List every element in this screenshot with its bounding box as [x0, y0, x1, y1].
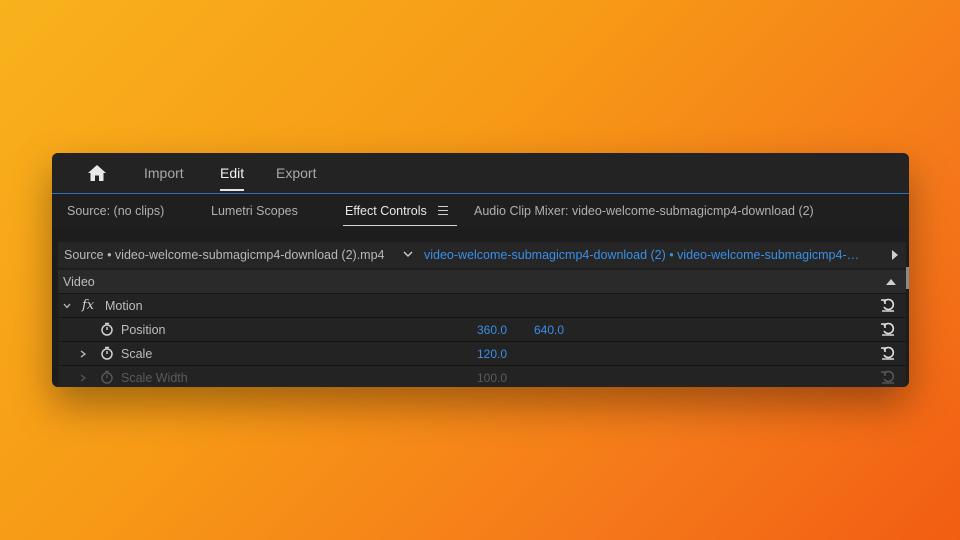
- effect-controls-window: Import Edit Export Source: (no clips) Lu…: [52, 153, 909, 387]
- panel-tab-audio-clip-mixer[interactable]: Audio Clip Mixer: video-welcome-submagic…: [474, 204, 814, 218]
- property-row-scale-width: Scale Width 100.0: [58, 366, 906, 387]
- source-sequence-bar: Source • video-welcome-submagicmp4-downl…: [58, 242, 906, 268]
- stopwatch-icon: [101, 370, 113, 384]
- play-icon[interactable]: [892, 250, 898, 260]
- property-label-scale: Scale: [121, 347, 153, 361]
- source-clip-label: Source • video-welcome-submagicmp4-downl…: [64, 248, 385, 262]
- panel-tab-bar: Source: (no clips) Lumetri Scopes Effect…: [52, 194, 909, 228]
- panel-tab-effect-controls[interactable]: Effect Controls: [343, 204, 457, 226]
- scroll-up-icon[interactable]: [886, 279, 896, 285]
- scale-value[interactable]: 120.0: [477, 347, 507, 361]
- tab-export[interactable]: Export: [276, 165, 316, 181]
- property-row-scale[interactable]: Scale 120.0: [58, 342, 906, 366]
- property-label-scale-width: Scale Width: [121, 371, 188, 385]
- property-row-position[interactable]: Position 360.0 640.0: [58, 318, 906, 342]
- reset-icon[interactable]: [880, 298, 896, 312]
- tab-edit[interactable]: Edit: [220, 165, 245, 191]
- chevron-down-icon[interactable]: [403, 251, 413, 258]
- tab-import[interactable]: Import: [144, 165, 184, 181]
- panel-tab-lumetri-scopes[interactable]: Lumetri Scopes: [211, 204, 298, 218]
- panel-tab-source[interactable]: Source: (no clips): [67, 204, 164, 218]
- expand-chevron-right-icon: [80, 374, 86, 382]
- reset-icon[interactable]: [880, 322, 896, 336]
- stopwatch-icon[interactable]: [100, 322, 114, 336]
- effect-row-motion[interactable]: fx Motion: [58, 294, 906, 318]
- effect-properties-list: Video fx Motion Position 360.0 640.0 Sca…: [58, 270, 906, 387]
- panel-tab-effect-controls-label: Effect Controls: [345, 204, 427, 218]
- home-icon[interactable]: [86, 164, 108, 182]
- section-label-video: Video: [63, 275, 95, 289]
- scale-width-value: 100.0: [477, 371, 508, 385]
- active-tab-underline: [343, 225, 457, 226]
- fx-icon: fx: [82, 298, 95, 313]
- position-x-value[interactable]: 360.0: [477, 323, 507, 337]
- panel-menu-icon[interactable]: [438, 206, 448, 215]
- expand-chevron-right-icon[interactable]: [80, 350, 86, 358]
- workspace-header: Import Edit Export: [52, 153, 909, 194]
- sequence-clip-link[interactable]: video-welcome-submagicmp4-download (2) •…: [424, 248, 879, 262]
- effect-label-motion: Motion: [105, 299, 143, 313]
- vertical-scrollbar[interactable]: [906, 267, 909, 289]
- expand-chevron-icon[interactable]: [63, 303, 71, 309]
- reset-icon: [881, 370, 895, 384]
- section-row-video: Video: [58, 270, 906, 294]
- reset-icon[interactable]: [880, 346, 896, 360]
- stopwatch-icon[interactable]: [100, 346, 114, 360]
- property-label-position: Position: [121, 323, 166, 337]
- position-y-value[interactable]: 640.0: [534, 323, 564, 337]
